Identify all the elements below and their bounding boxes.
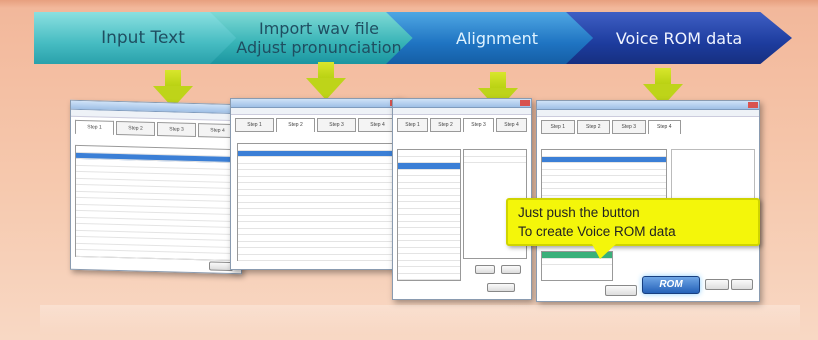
callout-line2: To create Voice ROM data bbox=[518, 224, 676, 239]
step-alignment-label: Alignment bbox=[456, 28, 538, 48]
entry-button[interactable] bbox=[475, 265, 495, 274]
tab-step-3[interactable]: Step 3 bbox=[612, 120, 646, 134]
down-arrow-icon bbox=[306, 62, 346, 100]
rom-button[interactable]: ROM bbox=[642, 276, 700, 294]
tab-step-2[interactable]: Step 2 bbox=[576, 120, 610, 134]
replace-button[interactable] bbox=[487, 283, 515, 292]
step-import-wav-line1: Import wav file bbox=[259, 19, 379, 38]
import-wav-window: Step 1 Step 2 Step 3 Step 4 bbox=[230, 98, 402, 270]
play-button[interactable] bbox=[705, 279, 729, 290]
callout-note: Just push the button To create Voice ROM… bbox=[506, 198, 760, 259]
phrase-list[interactable] bbox=[237, 143, 395, 261]
tab-step-3[interactable]: Step 3 bbox=[463, 118, 494, 132]
tab-step-4[interactable]: Step 4 bbox=[496, 118, 527, 132]
input-text-window: Step 1 Step 2 Step 3 Step 4 bbox=[70, 99, 242, 275]
step-voice-rom: Voice ROM data bbox=[566, 12, 792, 64]
floor-reflection bbox=[40, 305, 800, 335]
tab-step-4[interactable]: Step 4 bbox=[647, 120, 681, 134]
tab-step-1[interactable]: Step 1 bbox=[235, 118, 274, 132]
tab-step-1[interactable]: Step 1 bbox=[75, 119, 114, 135]
edit-button[interactable] bbox=[501, 265, 521, 274]
step-import-wav-line2: Adjust pronunciation bbox=[236, 38, 402, 57]
tab-step-2[interactable]: Step 2 bbox=[276, 118, 315, 132]
sentence-list[interactable] bbox=[75, 144, 235, 262]
stop-button[interactable] bbox=[731, 279, 753, 290]
step-voice-rom-label: Voice ROM data bbox=[615, 28, 743, 48]
callout-line1: Just push the button bbox=[518, 205, 640, 220]
step-input-text-label: Input Text bbox=[101, 27, 185, 48]
tab-step-1[interactable]: Step 1 bbox=[397, 118, 428, 132]
tab-step-2[interactable]: Step 2 bbox=[430, 118, 461, 132]
tab-step-1[interactable]: Step 1 bbox=[541, 120, 575, 134]
save-sheet-button[interactable] bbox=[605, 285, 637, 296]
workflow-illustration: Input Text Import wav file Adjust pronun… bbox=[0, 0, 818, 340]
sentence-checklist[interactable] bbox=[397, 149, 461, 281]
tab-step-2[interactable]: Step 2 bbox=[116, 120, 155, 136]
tab-step-3[interactable]: Step 3 bbox=[317, 118, 356, 132]
tab-step-3[interactable]: Step 3 bbox=[157, 122, 196, 138]
